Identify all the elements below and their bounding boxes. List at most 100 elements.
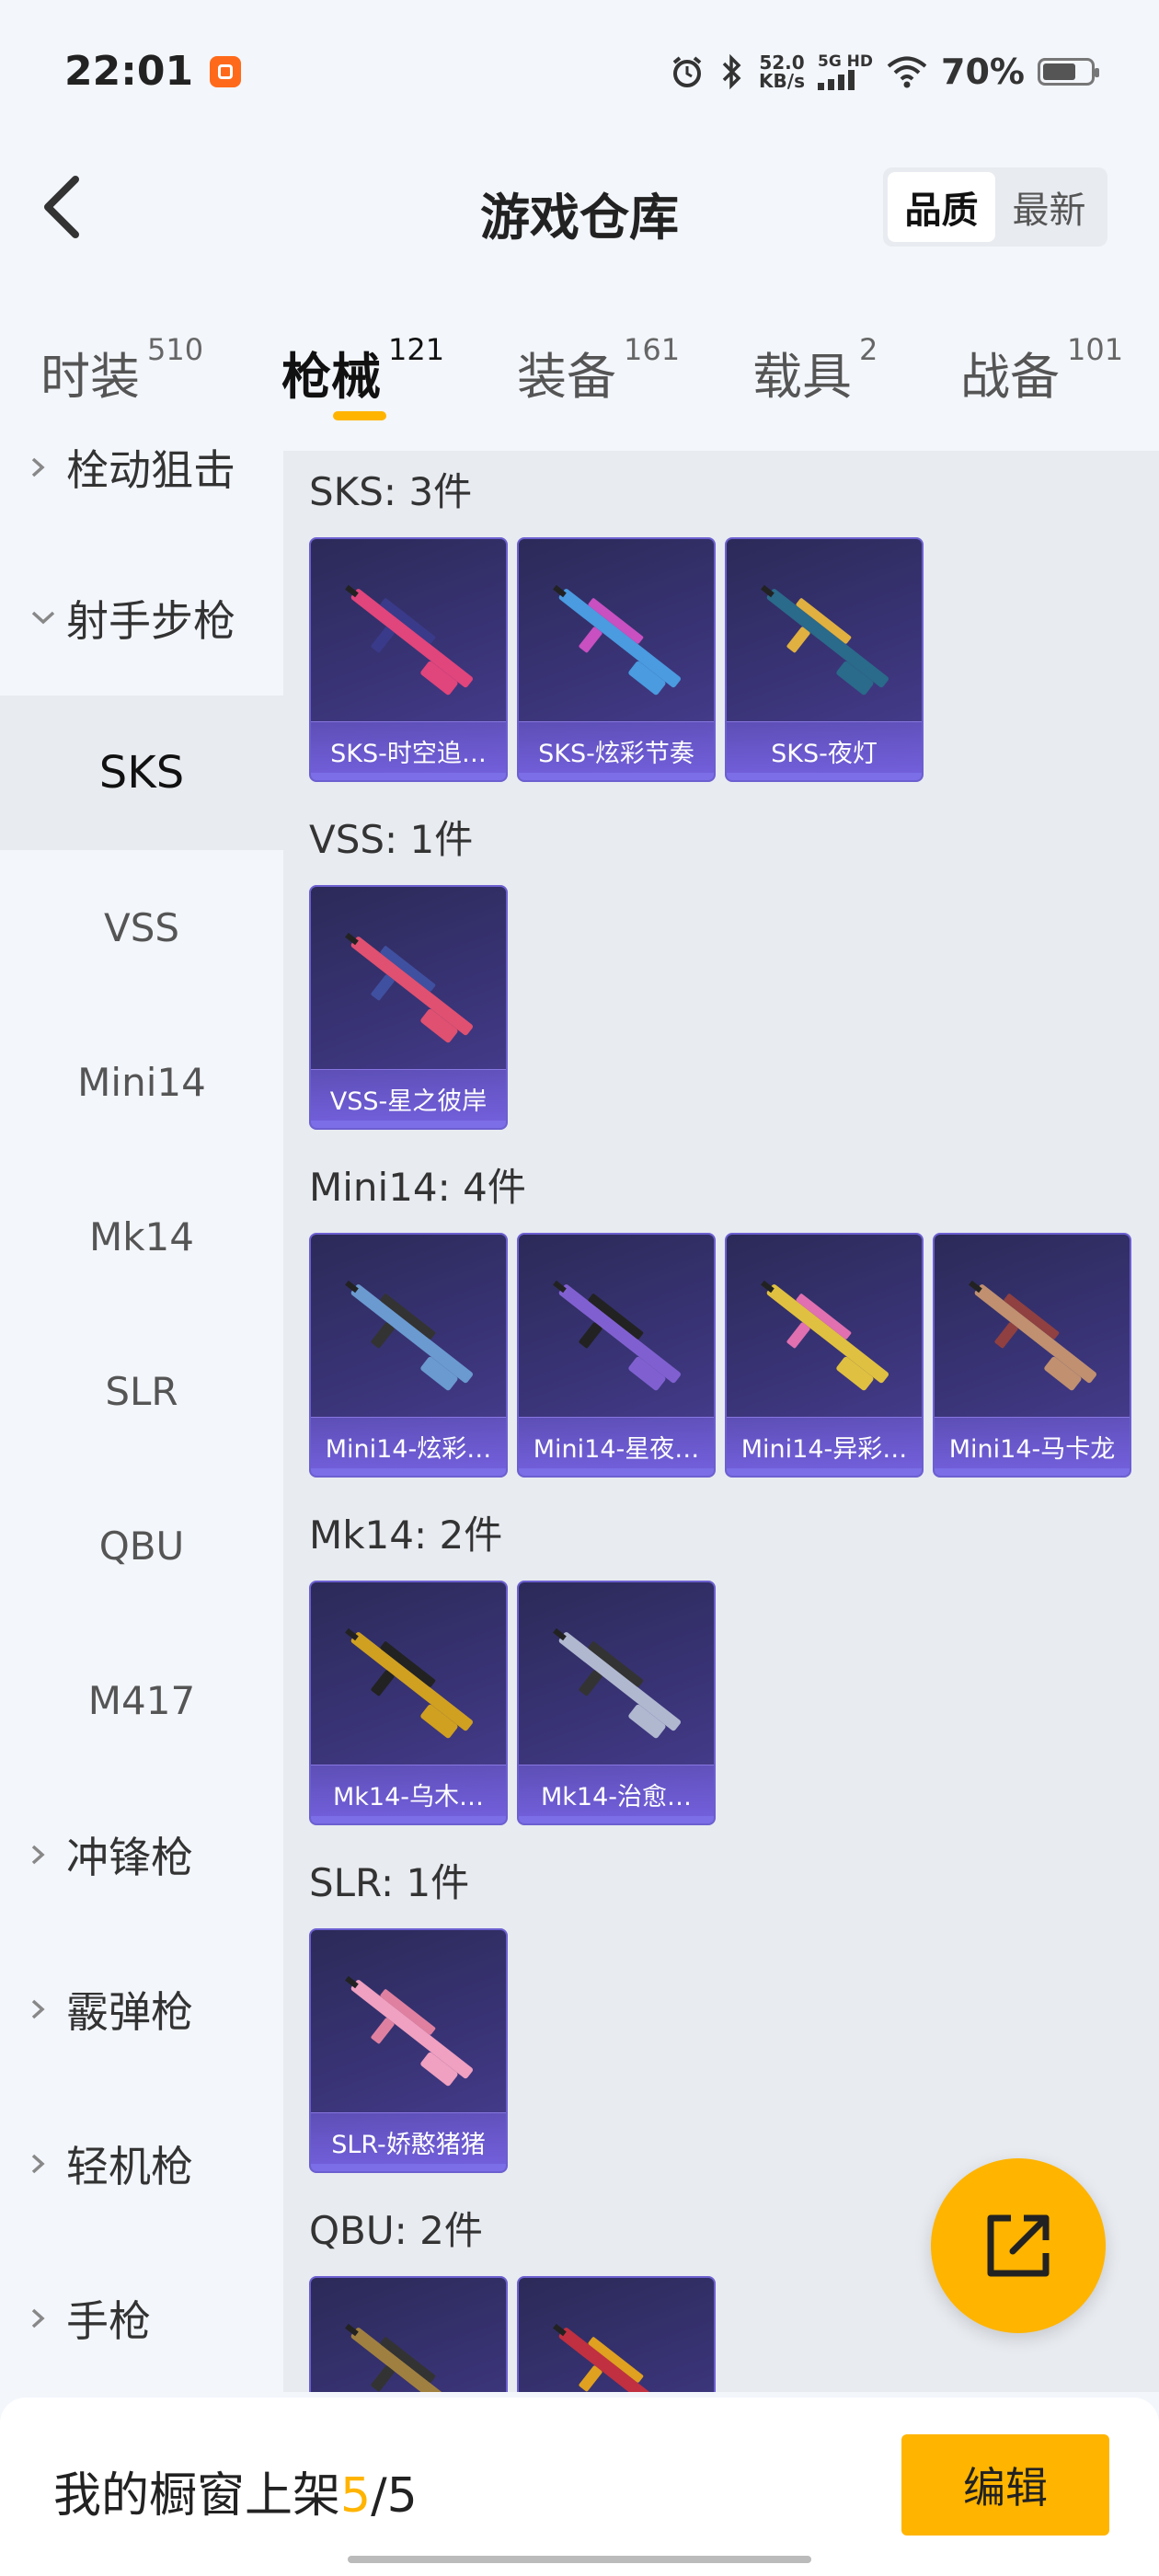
active-tab-indicator <box>333 411 386 420</box>
section-title: Mini14: 4件 <box>309 1165 526 1210</box>
weapon-category-sidebar: 栓动狙击 射手步枪 SKS VSS Mini14 Mk14 SLR QBU M4… <box>0 442 283 2392</box>
showcase-status: 我的橱窗上架5/5 <box>53 2456 418 2525</box>
tab-gear[interactable]: 战备 101 <box>960 332 1123 408</box>
weapon-skin-card[interactable]: SKS-炫彩节奏 <box>517 537 716 782</box>
cellular-signal-icon: 5G HD <box>817 52 874 90</box>
network-type: 5G HD <box>817 52 874 71</box>
tab-count: 121 <box>388 332 445 367</box>
weapon-skin-name: Mini14-炫彩… <box>311 1417 506 1476</box>
battery-icon <box>1038 57 1099 86</box>
chevron-right-icon <box>29 1841 57 1869</box>
bluetooth-icon <box>718 53 746 90</box>
sidebar-item-slr[interactable]: SLR <box>0 1314 283 1468</box>
tab-label: 装备 <box>517 348 616 406</box>
chevron-right-icon <box>29 2150 57 2178</box>
weapon-skin-list: SKS: 3件 SKS-时空追… SKS-炫彩节奏 SKS-夜灯 VSS: 1件 V… <box>283 451 1159 2392</box>
weapon-skin-card[interactable]: SKS-时空追… <box>309 537 508 782</box>
weapon-skin-card[interactable]: Mk14-治愈… <box>517 1581 716 1825</box>
sidebar-item-lmg[interactable]: 轻机枪 <box>0 2087 283 2241</box>
sidebar-item-m417[interactable]: M417 <box>0 1623 283 1777</box>
sidebar-item-label: Mini14 <box>77 1059 206 1105</box>
sidebar-item-label: Mk14 <box>88 1213 194 1259</box>
weapon-skin-name: SKS-时空追… <box>311 721 506 780</box>
chevron-right-icon <box>29 454 57 481</box>
sidebar-item-smg[interactable]: 冲锋枪 <box>0 1777 283 1932</box>
battery-percent: 70% <box>941 51 1025 92</box>
sidebar-item-qbu[interactable]: QBU <box>0 1468 283 1623</box>
tab-label: 载具 <box>752 348 852 406</box>
sidebar-item-mini14[interactable]: Mini14 <box>0 1005 283 1159</box>
sidebar-item-label: QBU <box>98 1523 185 1569</box>
sidebar-item-shotgun[interactable]: 霰弹枪 <box>0 1932 283 2087</box>
rifle-icon <box>345 1280 473 1391</box>
tab-count: 101 <box>1067 332 1124 367</box>
weapon-skin-card[interactable]: VSS-星之彼岸 <box>309 885 508 1130</box>
chevron-right-icon <box>29 2305 57 2332</box>
rifle-icon <box>345 1627 473 1739</box>
sidebar-item-marksman-rifle[interactable]: 射手步枪 <box>0 541 283 696</box>
rifle-icon <box>761 1280 889 1391</box>
bottom-bar: 我的橱窗上架5/5 编辑 <box>0 2398 1159 2576</box>
weapon-skin-name: SLR-娇憨猪猪 <box>311 2112 506 2171</box>
sidebar-item-label: SKS <box>98 747 185 799</box>
weapon-skin-card[interactable] <box>309 2276 508 2392</box>
category-tabs: 时装 510 枪械 121 装备 161 载具 2 战备 101 <box>0 327 1159 446</box>
weapon-skin-card[interactable]: Mini14-炫彩… <box>309 1233 508 1478</box>
weapon-skin-name: SKS-夜灯 <box>727 721 922 780</box>
sort-option-newest[interactable]: 最新 <box>995 172 1103 242</box>
app-notification-icon <box>210 55 242 87</box>
weapon-skin-card[interactable] <box>517 2276 716 2392</box>
section-sks: SKS: 3件 SKS-时空追… SKS-炫彩节奏 SKS-夜灯 <box>309 460 924 782</box>
chevron-right-icon <box>29 1995 57 2023</box>
rifle-icon <box>345 584 473 696</box>
rifle-icon <box>553 584 681 696</box>
tab-label: 时装 <box>40 348 140 406</box>
external-link-icon <box>987 2214 1050 2277</box>
weapon-skin-card[interactable]: Mk14-乌木… <box>309 1581 508 1825</box>
header: 游戏仓库 品质 最新 <box>0 156 1159 258</box>
showcase-label: 我的橱窗上架 <box>53 2468 341 2524</box>
edit-button[interactable]: 编辑 <box>901 2434 1109 2536</box>
section-title: Mk14: 2件 <box>309 1512 503 1558</box>
weapon-skin-name: Mk14-乌木… <box>311 1765 506 1823</box>
section-title: QBU: 2件 <box>309 2208 483 2253</box>
section-slr: SLR: 1件 SLR-娇憨猪猪 <box>309 1851 508 2173</box>
rifle-icon <box>345 1975 473 2087</box>
tab-firearms[interactable]: 枪械 121 <box>281 332 444 408</box>
sidebar-item-label: M417 <box>87 1677 196 1723</box>
sidebar-item-pistol[interactable]: 手枪 <box>0 2241 283 2392</box>
weapon-skin-name: Mini14-异彩… <box>727 1417 922 1476</box>
sidebar-item-mk14[interactable]: Mk14 <box>0 1159 283 1314</box>
showcase-separator: / <box>371 2468 387 2524</box>
tab-label: 战备 <box>960 348 1060 406</box>
weapon-skin-card[interactable]: SLR-娇憨猪猪 <box>309 1928 508 2173</box>
alarm-icon <box>669 53 706 90</box>
home-indicator[interactable] <box>348 2556 811 2563</box>
weapon-skin-card[interactable]: Mini14-星夜… <box>517 1233 716 1478</box>
sidebar-item-label: SLR <box>105 1368 178 1414</box>
sidebar-item-label: 冲锋枪 <box>66 1833 193 1882</box>
section-qbu: QBU: 2件 <box>309 2199 716 2392</box>
tab-vehicles[interactable]: 载具 2 <box>752 332 878 408</box>
weapon-skin-card[interactable]: SKS-夜灯 <box>725 537 924 782</box>
sidebar-item-bolt-action[interactable]: 栓动狙击 <box>0 442 283 545</box>
weapon-skin-card[interactable]: Mini14-异彩… <box>725 1233 924 1478</box>
sidebar-item-sks[interactable]: SKS <box>0 696 283 850</box>
status-bar: 22:01 52.0 KB/s 5G HD 70% <box>0 0 1159 143</box>
sidebar-item-vss[interactable]: VSS <box>0 850 283 1005</box>
weapon-skin-name: SKS-炫彩节奏 <box>519 721 714 780</box>
sort-option-quality[interactable]: 品质 <box>888 172 995 242</box>
tab-fashion[interactable]: 时装 510 <box>40 332 203 408</box>
weapon-skin-card[interactable]: Mini14-马卡龙 <box>933 1233 1131 1478</box>
section-title: VSS: 1件 <box>309 817 474 862</box>
share-button[interactable] <box>931 2158 1106 2333</box>
sidebar-item-label: 霰弹枪 <box>66 1987 193 2037</box>
rifle-icon <box>553 1627 681 1739</box>
tab-count: 2 <box>859 332 878 367</box>
showcase-total-count: 5 <box>386 2468 418 2524</box>
tab-equipment[interactable]: 装备 161 <box>517 332 680 408</box>
rifle-icon <box>345 932 473 1043</box>
weapon-skin-name: Mk14-治愈… <box>519 1765 714 1823</box>
rifle-icon <box>553 1280 681 1391</box>
sidebar-item-label: VSS <box>103 904 180 950</box>
